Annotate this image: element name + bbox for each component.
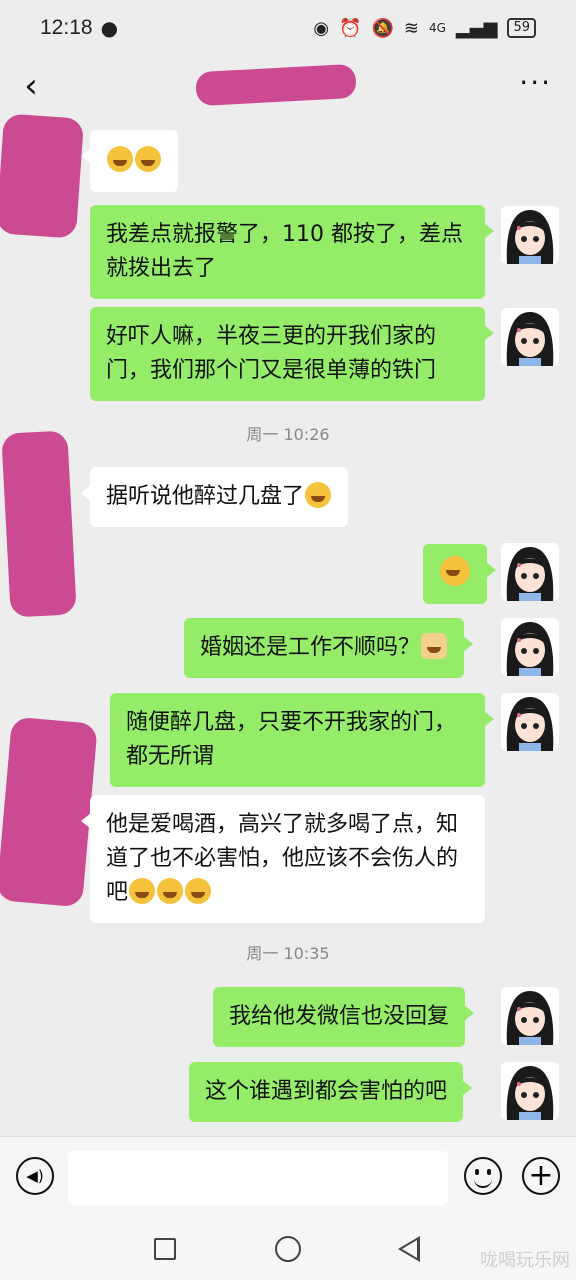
network-label: 4G: [428, 21, 446, 35]
grin-emoji-icon: [129, 878, 156, 904]
cry-laugh-emoji-icon: [107, 146, 133, 172]
emoji-icon[interactable]: [464, 1157, 502, 1195]
signal-icon: ▂▄▆: [455, 17, 498, 39]
status-bar: 12:18 ● ◉ ⏰ 🔕 ≋ 4G ▂▄▆ 59: [0, 0, 576, 56]
input-bar: ◀) +: [0, 1136, 576, 1220]
message-bubble-mine[interactable]: 婚姻还是工作不顺吗？: [184, 618, 474, 678]
message-bubble-theirs[interactable]: [81, 130, 178, 192]
title-redaction: [195, 63, 357, 107]
surprised-emoji-icon: [440, 556, 470, 586]
message-text: 这个谁遇到都会害怕的吧: [205, 1079, 448, 1104]
message-bubble-mine[interactable]: 好吓人嘛，半夜三更的开我们家的门，我们那个门又是很单薄的铁门: [90, 307, 494, 401]
mute-icon: 🔕: [371, 17, 394, 39]
message-text: 我给他发微信也没回复: [229, 1004, 450, 1029]
message-text: 婚姻还是工作不顺吗？: [200, 635, 421, 660]
avatar-redaction: [1, 430, 77, 618]
voice-icon[interactable]: ◀): [16, 1157, 54, 1195]
eye-icon: ◉: [313, 17, 330, 39]
alarm-icon: ⏰: [339, 17, 362, 39]
avatar-redaction: [0, 113, 85, 239]
system-nav-bar: 咙喝玩乐网: [0, 1220, 576, 1280]
message-bubble-mine[interactable]: 这个谁遇到都会害怕的吧: [189, 1062, 473, 1122]
message-notification-icon: ●: [100, 16, 119, 40]
message-bubble-mine[interactable]: [423, 544, 496, 604]
message-input[interactable]: [68, 1151, 448, 1205]
avatar-redaction: [0, 716, 98, 908]
avatar[interactable]: [501, 206, 559, 264]
doge-emoji-icon: [421, 633, 448, 659]
battery-icon: 59: [507, 18, 536, 38]
watermark: 咙喝玩乐网: [480, 1250, 570, 1271]
home-icon[interactable]: [275, 1236, 301, 1262]
avatar[interactable]: [501, 618, 559, 676]
status-time: 12:18: [40, 16, 93, 39]
status-icons: ◉ ⏰ 🔕 ≋ 4G ▂▄▆ 59: [313, 18, 536, 39]
back-arrow-icon[interactable]: ‹: [16, 64, 46, 108]
grin-emoji-icon: [157, 878, 184, 904]
plus-icon[interactable]: +: [522, 1157, 560, 1195]
message-bubble-mine[interactable]: 随便醉几盘，只要不开我家的门，都无所谓: [110, 693, 494, 787]
cry-laugh-emoji-icon: [135, 146, 161, 172]
more-icon[interactable]: ···: [519, 66, 552, 99]
recent-apps-icon[interactable]: [154, 1238, 176, 1260]
chat-area[interactable]: 我差点就报警了，110 都按了，差点就拨出去了 好吓人嘛，半夜三更的开我们家的门…: [0, 113, 576, 1136]
avatar[interactable]: [501, 693, 559, 751]
chat-header: ‹ 韩 ···: [0, 56, 576, 116]
message-bubble-theirs[interactable]: 据听说他醉过几盘了: [80, 467, 349, 527]
message-bubble-theirs[interactable]: 他是爱喝酒，高兴了就多喝了点，知道了也不必害怕，他应该不会伤人的吧: [81, 795, 485, 923]
message-text: 据听说他醉过几盘了: [106, 484, 305, 509]
wifi-icon: ≋: [403, 17, 419, 39]
message-text: 我差点就报警了，110 都按了，差点就拨出去了: [106, 222, 463, 281]
avatar[interactable]: [501, 1062, 559, 1120]
timestamp: 周一 10:26: [246, 425, 330, 444]
nav-back-icon[interactable]: [398, 1236, 420, 1262]
message-text: 随便醉几盘，只要不开我家的门，都无所谓: [126, 710, 457, 769]
thinking-emoji-icon: [185, 878, 212, 904]
avatar[interactable]: [501, 987, 559, 1045]
message-bubble-mine[interactable]: 我差点就报警了，110 都按了，差点就拨出去了: [90, 205, 494, 299]
message-text: 好吓人嘛，半夜三更的开我们家的门，我们那个门又是很单薄的铁门: [106, 324, 437, 383]
avatar[interactable]: [501, 543, 559, 601]
chat-title: 韩: [195, 63, 357, 107]
thinking-emoji-icon: [305, 482, 332, 508]
timestamp: 周一 10:35: [246, 944, 330, 963]
avatar[interactable]: [501, 308, 559, 366]
message-bubble-mine[interactable]: 我给他发微信也没回复: [213, 987, 475, 1047]
